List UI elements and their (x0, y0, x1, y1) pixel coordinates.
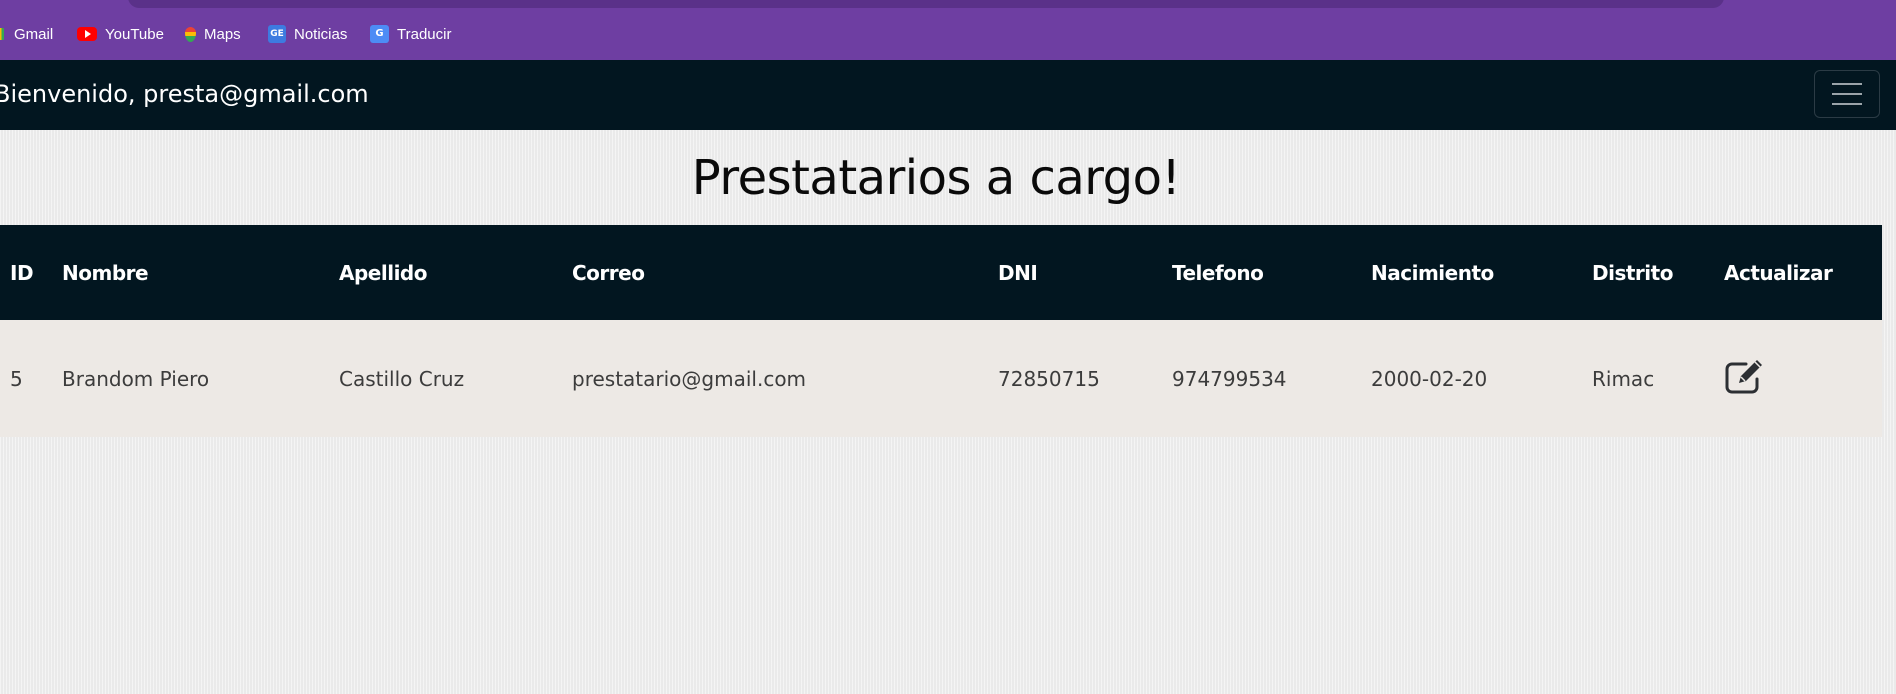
hamburger-icon (1832, 103, 1862, 105)
bookmark-youtube[interactable]: YouTube (77, 23, 164, 45)
bookmark-noticias[interactable]: GE Noticias (268, 23, 347, 45)
youtube-icon (77, 27, 97, 41)
news-icon: GE (268, 25, 286, 43)
header-distrito: Distrito (1592, 260, 1673, 285)
header-apellido: Apellido (339, 260, 427, 285)
cell-distrito: Rimac (1592, 366, 1655, 391)
cell-dni: 72850715 (998, 366, 1100, 391)
bookmark-traducir[interactable]: G Traducir (370, 23, 451, 45)
bookmark-label: YouTube (105, 25, 164, 43)
bookmarks-bar: Gmail YouTube Maps GE Noticias G Traduci… (0, 0, 1896, 60)
hamburger-icon (1832, 83, 1862, 85)
header-id: ID (10, 260, 34, 285)
header-nombre: Nombre (62, 260, 149, 285)
bookmark-gmail[interactable]: Gmail (0, 23, 53, 45)
header-nacimiento: Nacimiento (1371, 260, 1494, 285)
edit-icon[interactable] (1724, 358, 1766, 394)
cell-actualizar (1724, 320, 1882, 437)
hamburger-icon (1832, 93, 1862, 95)
translate-icon: G (370, 25, 389, 43)
header-actualizar: Actualizar (1724, 260, 1833, 285)
address-bar-edge[interactable] (128, 0, 1724, 8)
cell-apellido: Castillo Cruz (339, 366, 465, 391)
welcome-text: Bienvenido, presta@gmail.com (0, 80, 369, 108)
cell-nombre: Brandom Piero (62, 366, 210, 391)
table-row: 5 Brandom Piero Castillo Cruz prestatari… (0, 320, 1882, 437)
header-dni: DNI (998, 260, 1038, 285)
bookmark-maps[interactable]: Maps (185, 23, 241, 45)
gmail-icon (0, 28, 4, 40)
cell-nacimiento: 2000-02-20 (1371, 366, 1488, 391)
table-header-row: ID Nombre Apellido Correo DNI Telefono N… (0, 225, 1882, 320)
maps-icon (185, 26, 196, 42)
page-title: Prestatarios a cargo! (691, 150, 1181, 206)
cell-telefono: 974799534 (1172, 366, 1287, 391)
borrowers-table: ID Nombre Apellido Correo DNI Telefono N… (0, 225, 1882, 437)
navbar: Bienvenido, presta@gmail.com (0, 60, 1896, 130)
bookmark-label: Maps (204, 25, 241, 43)
bookmark-label: Gmail (14, 25, 54, 43)
cell-id: 5 (10, 366, 23, 391)
cell-correo: prestatario@gmail.com (572, 366, 807, 391)
header-telefono: Telefono (1172, 260, 1264, 285)
menu-toggle-button[interactable] (1814, 70, 1880, 118)
bookmark-label: Traducir (397, 25, 452, 43)
bookmark-label: Noticias (294, 25, 348, 43)
header-correo: Correo (572, 260, 645, 285)
